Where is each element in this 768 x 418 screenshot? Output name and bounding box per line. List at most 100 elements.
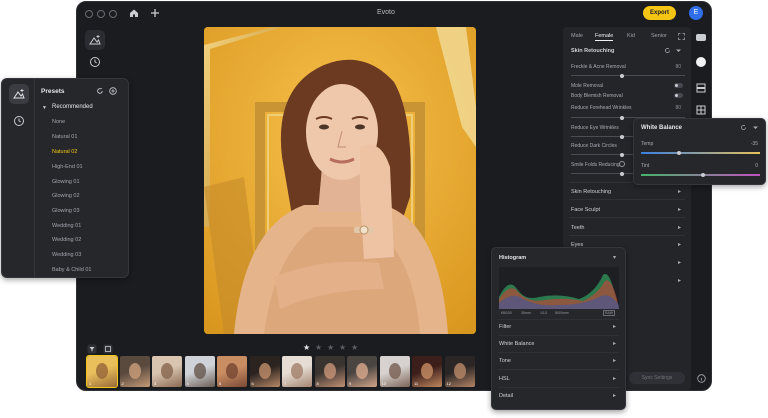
filmstrip-thumb[interactable]: 1 <box>86 355 118 388</box>
close-window-button[interactable] <box>85 10 93 18</box>
preset-item[interactable]: Wedding 03 <box>52 252 81 258</box>
section-teeth[interactable]: Teeth <box>571 225 584 231</box>
preset-item[interactable]: Glowing 02 <box>52 193 80 199</box>
chevron-right-icon[interactable]: ▸ <box>678 224 681 231</box>
presets-tool-button[interactable] <box>85 30 105 50</box>
tab-male[interactable]: Male <box>571 33 583 39</box>
history-icon[interactable] <box>11 113 27 129</box>
reset-icon[interactable] <box>664 47 671 54</box>
body-blemish-toggle[interactable] <box>674 93 683 98</box>
reset-icon[interactable] <box>96 87 104 95</box>
minimize-window-button[interactable] <box>97 10 105 18</box>
collapse-icon[interactable] <box>752 124 759 131</box>
tab-kid[interactable]: Kid <box>627 33 635 39</box>
temp-slider[interactable] <box>641 150 760 155</box>
preset-item[interactable]: Baby & Child 01 <box>52 267 91 273</box>
exif-focal: 35mm <box>521 311 531 315</box>
freckle-acne-slider[interactable] <box>571 73 685 78</box>
compare-icon[interactable] <box>103 344 113 354</box>
preset-item-selected[interactable]: Natural 02 <box>52 149 77 155</box>
chevron-right-icon[interactable]: ▸ <box>613 340 616 347</box>
thumb-badge: 10 <box>381 381 386 386</box>
slider-knob[interactable] <box>620 134 625 139</box>
zoom-window-button[interactable] <box>109 10 117 18</box>
info-icon[interactable] <box>697 374 706 383</box>
filmstrip-thumb[interactable]: 3 <box>152 356 182 387</box>
filmstrip-thumb[interactable]: 4 <box>184 356 215 387</box>
chevron-right-icon[interactable]: ▸ <box>613 375 616 382</box>
chat-icon[interactable] <box>695 32 707 44</box>
reset-icon[interactable] <box>740 124 747 131</box>
section-filter[interactable]: Filter <box>499 324 511 330</box>
filmstrip-thumb[interactable]: 8 <box>314 356 345 387</box>
export-button[interactable]: Export <box>643 6 676 20</box>
filmstrip-thumb[interactable]: 10 <box>379 356 410 387</box>
chevron-down-icon[interactable]: ▾ <box>613 254 616 261</box>
section-face-sculpt[interactable]: Face Sculpt <box>571 207 600 213</box>
smile-folds-label: Smile Folds Reducing <box>571 162 620 168</box>
star-icon[interactable]: ★ <box>315 344 322 352</box>
tint-slider[interactable] <box>641 172 760 177</box>
add-icon[interactable] <box>150 8 160 18</box>
slider-knob[interactable] <box>700 172 705 177</box>
star-icon[interactable]: ★ <box>339 344 346 352</box>
slider-knob[interactable] <box>620 171 625 176</box>
divider <box>569 217 685 218</box>
star-icon[interactable]: ★ <box>327 344 334 352</box>
section-hsl[interactable]: HSL <box>499 376 510 382</box>
chevron-right-icon[interactable]: ▸ <box>613 323 616 330</box>
preset-item[interactable]: None <box>52 119 65 125</box>
preset-item[interactable]: Natural 01 <box>52 134 77 140</box>
retouch-icon[interactable] <box>695 56 707 68</box>
filmstrip-thumb[interactable]: 7 <box>282 356 312 387</box>
preset-item[interactable]: Glowing 03 <box>52 208 80 214</box>
star-icon[interactable]: ★ <box>351 344 358 352</box>
chevron-right-icon[interactable]: ▸ <box>613 392 616 399</box>
sync-settings-button[interactable]: Sync Settings <box>629 372 685 384</box>
slider-knob[interactable] <box>620 73 625 78</box>
section-skin-retouching[interactable]: Skin Retouching <box>571 189 611 195</box>
chevron-right-icon[interactable]: ▸ <box>678 188 681 195</box>
thumb-portrait <box>96 363 108 379</box>
mole-removal-toggle[interactable] <box>674 83 683 88</box>
slider-knob[interactable] <box>620 152 625 157</box>
filmstrip-thumb[interactable]: 6 <box>249 356 280 387</box>
preset-item[interactable]: Wedding 02 <box>52 237 81 243</box>
presets-tool-button[interactable] <box>9 84 29 104</box>
grid-icon[interactable] <box>695 104 707 116</box>
slider-knob[interactable] <box>676 150 681 155</box>
preset-item[interactable]: High-End 01 <box>52 164 83 170</box>
chevron-right-icon[interactable]: ▸ <box>678 277 681 284</box>
chevron-down-icon[interactable]: ▼ <box>42 105 47 111</box>
filmstrip-thumb[interactable]: 2 <box>119 356 150 387</box>
recommended-group[interactable]: Recommended <box>52 104 93 110</box>
preset-item[interactable]: Wedding 01 <box>52 223 81 229</box>
filter-icon[interactable] <box>87 344 97 354</box>
filmstrip-thumb[interactable]: 9 <box>347 356 377 387</box>
collapse-icon[interactable] <box>675 47 682 54</box>
tab-senior[interactable]: Senior <box>651 33 667 39</box>
section-detail[interactable]: Detail <box>499 393 513 399</box>
tab-female[interactable]: Female <box>595 33 614 41</box>
chevron-right-icon[interactable]: ▸ <box>613 357 616 364</box>
avatar[interactable]: E <box>689 6 703 20</box>
slider-knob[interactable] <box>620 115 625 120</box>
chevron-right-icon[interactable]: ▸ <box>678 241 681 248</box>
info-icon[interactable] <box>619 161 625 167</box>
chevron-right-icon[interactable]: ▸ <box>678 206 681 213</box>
preset-item[interactable]: Glowing 01 <box>52 179 80 185</box>
home-icon[interactable] <box>129 8 139 18</box>
main-photo[interactable] <box>204 27 476 334</box>
filmstrip-thumb[interactable]: 12 <box>444 356 475 387</box>
layers-icon[interactable] <box>695 82 707 94</box>
star-icon-filled[interactable]: ★ <box>303 344 310 352</box>
filmstrip-thumb[interactable]: 11 <box>412 356 442 387</box>
expand-icon[interactable] <box>678 33 685 40</box>
section-tone[interactable]: Tone <box>499 358 511 364</box>
chevron-right-icon[interactable]: ▸ <box>678 259 681 266</box>
thumb-badge: 2 <box>121 381 124 386</box>
section-white-balance[interactable]: White Balance <box>499 341 534 347</box>
filmstrip-thumb[interactable]: 5 <box>217 356 247 387</box>
history-tool-button[interactable] <box>85 52 105 72</box>
add-preset-icon[interactable] <box>109 87 117 95</box>
